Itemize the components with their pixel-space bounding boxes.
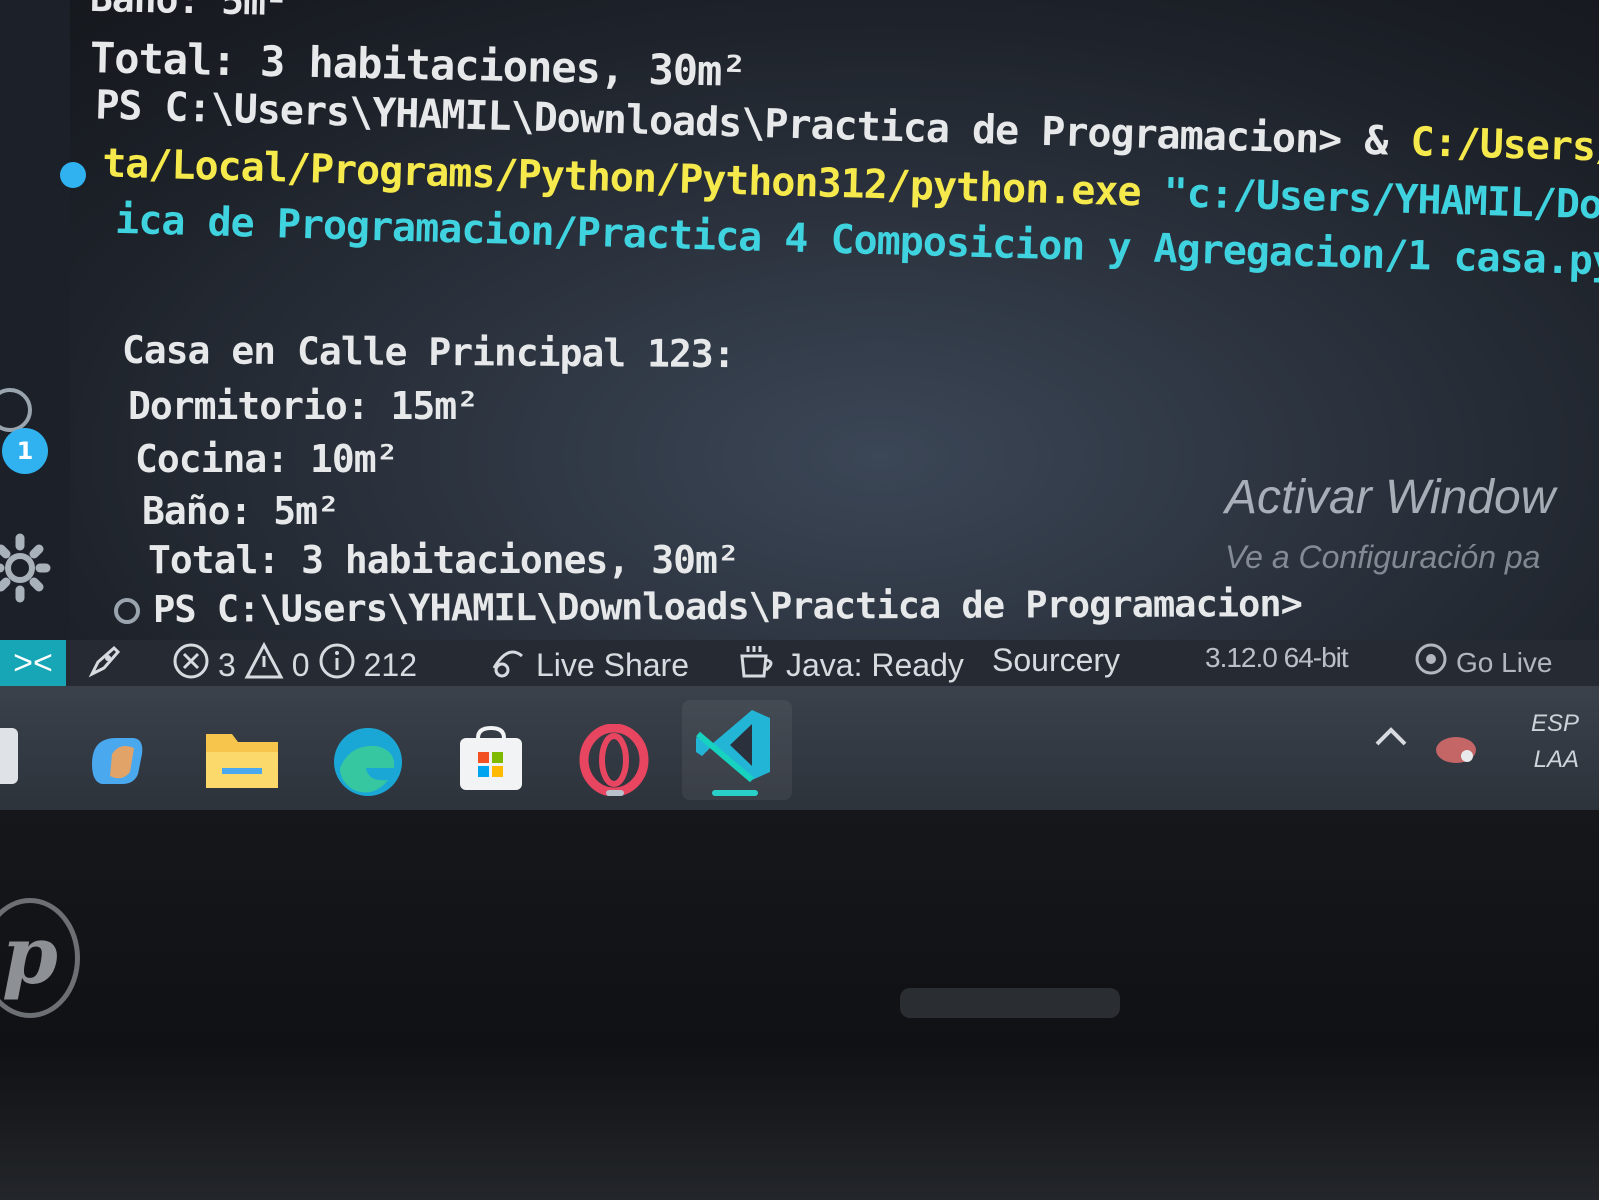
- warning-count: 0: [291, 646, 310, 683]
- terminal-line: Baño: 5m²: [89, 0, 288, 25]
- output-line: Total: 3 habitaciones, 30m²: [148, 538, 740, 582]
- opera-running-indicator: [606, 790, 624, 796]
- windows-taskbar: ESP LAA: [0, 686, 1599, 810]
- info-count: 212: [363, 646, 417, 683]
- edge-browser-icon[interactable]: [330, 724, 402, 796]
- terminal-prompt-line: PS C:\Users\YHAMIL\Downloads\Practica de…: [152, 581, 1303, 632]
- command-status-dot: [60, 162, 86, 188]
- gear-icon[interactable]: [0, 530, 58, 610]
- activate-windows-watermark: Activar Window Ve a Configuración pa: [1225, 470, 1555, 576]
- python-interpreter-button[interactable]: 3.12.0 64-bit: [1205, 642, 1349, 674]
- file-explorer-icon[interactable]: [202, 724, 278, 794]
- output-line: Casa en Calle Principal 123:: [121, 327, 735, 377]
- badge-count: 1: [16, 437, 34, 465]
- laptop-hinge: [900, 988, 1120, 1018]
- warning-icon: [244, 641, 284, 688]
- error-count: 3: [218, 646, 236, 683]
- problems-button[interactable]: 3 0 212: [172, 641, 417, 688]
- sourcery-label: Sourcery: [992, 642, 1121, 678]
- search-app[interactable]: [0, 728, 18, 784]
- cloud-icon[interactable]: [1433, 730, 1479, 771]
- language-top: ESP: [1530, 710, 1579, 737]
- vscode-active-indicator: [712, 790, 758, 796]
- live-share-button[interactable]: Live Share: [488, 642, 689, 688]
- go-live-button[interactable]: Go Live: [1414, 642, 1553, 683]
- output-line: Baño: 5m²: [142, 489, 340, 533]
- output-line: Dormitorio: 15m²: [128, 384, 479, 428]
- language-bottom: LAA: [1533, 746, 1579, 773]
- error-icon: [172, 642, 210, 688]
- java-status[interactable]: Java: Ready: [738, 642, 964, 688]
- input-language-indicator[interactable]: ESP LAA: [1523, 706, 1579, 778]
- output-line: Cocina: 10m²: [135, 437, 399, 481]
- deploy-button[interactable]: [84, 642, 124, 690]
- laptop-screen: 1 Baño: 5m² Total: 3 habitaciones, 30m² …: [0, 0, 1599, 830]
- rocket-icon: [84, 642, 124, 690]
- broadcast-icon: [1414, 642, 1448, 683]
- laptop-bezel: [0, 810, 1599, 1200]
- status-bar: >< 3 0 212 Live Share Java: Ready Source…: [0, 640, 1599, 686]
- go-live-label: Go Live: [1456, 646, 1553, 678]
- info-icon: [318, 642, 356, 688]
- prompt-status-dot: [114, 598, 140, 624]
- copilot-app-icon[interactable]: [82, 724, 152, 794]
- remote-button[interactable]: ><: [0, 640, 66, 686]
- java-label: Java: Ready: [786, 646, 964, 683]
- python-version: 3.12.0 64-bit: [1205, 642, 1349, 673]
- notification-badge: 1: [2, 428, 48, 474]
- chevron-up-icon[interactable]: [1373, 724, 1409, 755]
- watermark-title: Activar Window: [1225, 471, 1556, 524]
- live-share-icon: [488, 642, 528, 688]
- sourcery-button[interactable]: Sourcery: [992, 642, 1120, 679]
- activity-bar: 1: [0, 0, 70, 650]
- vscode-app-icon[interactable]: [682, 700, 792, 800]
- opera-browser-icon[interactable]: [578, 723, 649, 797]
- microsoft-store-icon[interactable]: [456, 724, 526, 794]
- coffee-icon: [738, 642, 778, 688]
- live-share-label: Live Share: [536, 646, 689, 683]
- watermark-subtitle: Ve a Configuración pa: [1225, 539, 1541, 575]
